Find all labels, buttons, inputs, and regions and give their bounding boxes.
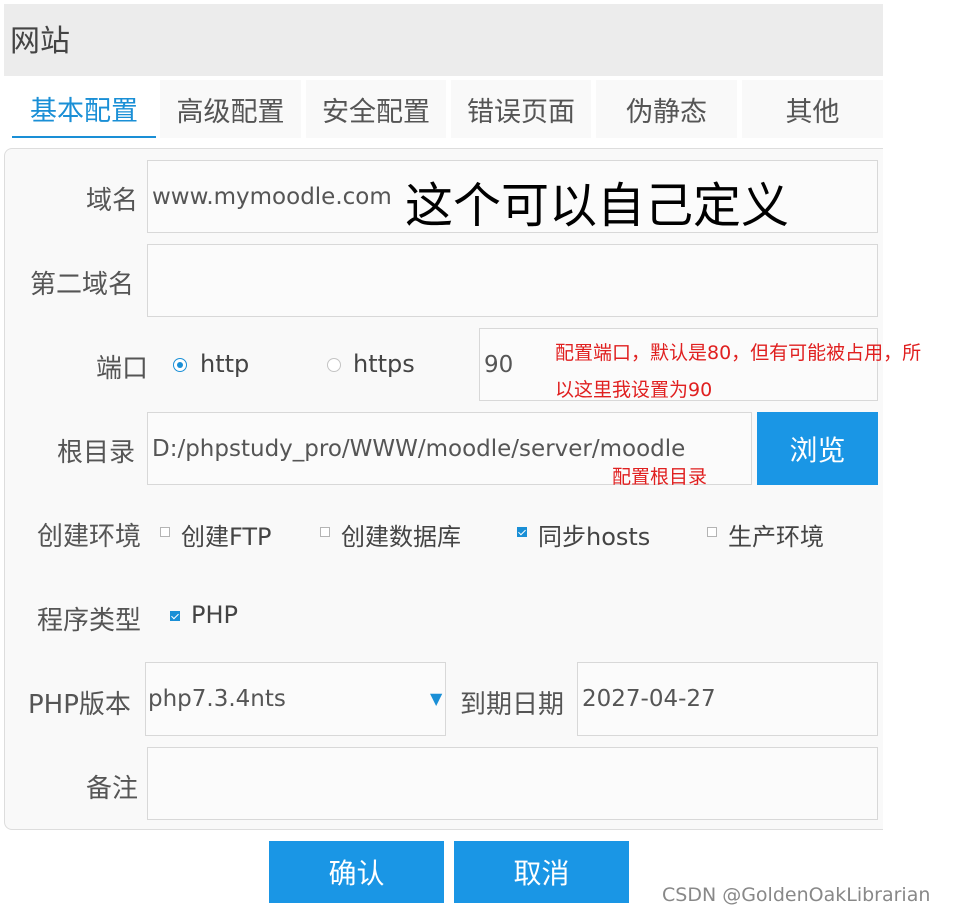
port-annotation-line1: 配置端口，默认是80，但有可能被占用，所: [555, 342, 922, 364]
php-version-value: php7.3.4nts: [148, 686, 286, 712]
domain-annotation: 这个可以自己定义: [405, 178, 790, 234]
domain-label: 域名: [86, 186, 139, 216]
root-dir-annotation: 配置根目录: [612, 466, 708, 488]
http-radio-label[interactable]: http: [200, 350, 249, 378]
environment-label: 创建环境: [37, 522, 142, 552]
port-label: 端口: [96, 354, 149, 384]
tab-rewrite[interactable]: 伪静态: [596, 80, 737, 138]
tab-error-pages[interactable]: 错误页面: [451, 80, 591, 138]
production-env-checkbox[interactable]: [707, 527, 717, 537]
create-database-label[interactable]: 创建数据库: [341, 517, 461, 552]
expire-date-value: 2027-04-27: [582, 686, 716, 712]
second-domain-label: 第二域名: [30, 270, 135, 300]
root-dir-label: 根目录: [57, 438, 136, 468]
create-ftp-checkbox[interactable]: [160, 527, 170, 537]
php-version-select[interactable]: php7.3.4nts: [145, 662, 446, 736]
chevron-down-icon: ▼: [430, 689, 443, 708]
csdn-watermark: CSDN @GoldenOakLibrarian: [662, 884, 931, 906]
domain-input-value: www.mymoodle.com: [152, 183, 392, 210]
window-title: 网站: [10, 24, 70, 59]
port-annotation-line2: 以这里我设置为90: [555, 379, 713, 401]
browse-button[interactable]: 浏览: [757, 412, 878, 485]
tab-basic-config[interactable]: 基本配置: [12, 80, 156, 138]
window-titlebar: [4, 4, 883, 76]
cancel-button[interactable]: 取消: [454, 841, 629, 903]
confirm-button[interactable]: 确认: [269, 841, 444, 903]
production-env-label[interactable]: 生产环境: [728, 517, 824, 552]
sync-hosts-label[interactable]: 同步hosts: [538, 517, 650, 552]
expire-date-label: 到期日期: [460, 690, 565, 720]
remark-input[interactable]: [147, 747, 878, 820]
php-version-label: PHP版本: [28, 690, 131, 720]
root-dir-input-value: D:/phpstudy_pro/WWW/moodle/server/moodle: [152, 435, 686, 462]
https-radio-label[interactable]: https: [353, 350, 415, 378]
php-checkbox-label[interactable]: PHP: [191, 601, 238, 629]
create-ftp-label[interactable]: 创建FTP: [181, 517, 272, 552]
tab-advanced-config[interactable]: 高级配置: [160, 80, 301, 138]
create-database-checkbox[interactable]: [320, 527, 330, 537]
sync-hosts-checkbox[interactable]: [517, 527, 527, 537]
program-type-label: 程序类型: [37, 606, 142, 636]
https-radio[interactable]: [327, 358, 341, 372]
expire-date-input[interactable]: 2027-04-27: [577, 662, 878, 736]
php-checkbox[interactable]: [170, 611, 180, 621]
http-radio[interactable]: [173, 358, 187, 372]
remark-label: 备注: [86, 774, 139, 804]
port-input-value: 90: [484, 351, 514, 378]
second-domain-input[interactable]: [147, 244, 878, 317]
tab-other[interactable]: 其他: [742, 80, 883, 138]
tab-security-config[interactable]: 安全配置: [306, 80, 446, 138]
